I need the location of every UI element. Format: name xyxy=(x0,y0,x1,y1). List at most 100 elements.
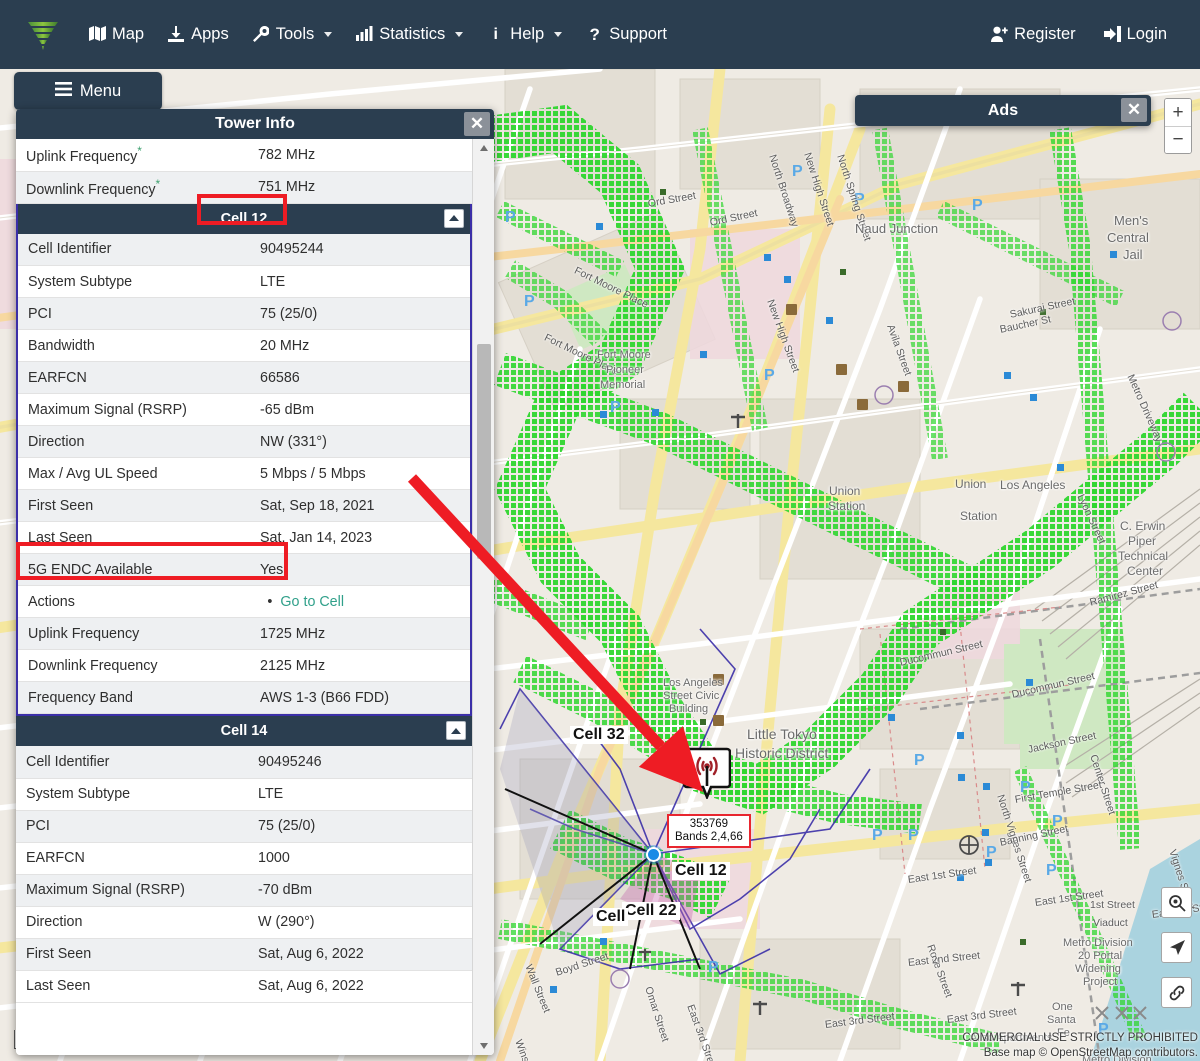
zoom-out-button[interactable]: − xyxy=(1165,126,1191,153)
required-star-icon: * xyxy=(137,144,142,159)
chevron-down-icon xyxy=(554,32,563,37)
menu-button[interactable]: Menu xyxy=(14,72,162,110)
row-key: Uplink Frequency* xyxy=(16,139,248,172)
table-row: Maximum Signal (RSRP) -70 dBm xyxy=(16,874,472,907)
row-value: W (290°) xyxy=(248,906,472,939)
row-value: AWS 1-3 (B66 FDD) xyxy=(250,681,470,714)
row-key: PCI xyxy=(16,810,248,843)
map-cell-label[interactable]: Cell xyxy=(593,908,629,926)
map-cell-label[interactable]: Cell 12 xyxy=(672,862,730,880)
place-label: Station xyxy=(960,509,998,523)
scroll-down-arrow[interactable] xyxy=(473,1037,494,1055)
table-row: PCI 75 (25/0) xyxy=(18,297,470,330)
row-value: NW (331°) xyxy=(250,425,470,458)
tower-info-scroll-area[interactable]: Uplink Frequency* 782 MHz Downlink Frequen… xyxy=(16,139,472,1055)
search-area-icon[interactable] xyxy=(1161,887,1192,918)
map-cell-label[interactable]: Cell 32 xyxy=(570,726,628,744)
cell-tower-pin-icon[interactable] xyxy=(682,747,732,801)
row-value: Yes xyxy=(250,553,470,586)
close-icon[interactable]: ✕ xyxy=(1121,98,1147,122)
row-value: Sat, Jan 14, 2023 xyxy=(250,521,470,554)
scroll-up-arrow[interactable] xyxy=(473,139,494,157)
nav-item-help[interactable]: i Help xyxy=(476,17,573,52)
row-key: PCI xyxy=(18,297,250,330)
nav-label: Map xyxy=(112,25,145,43)
row-key: First Seen xyxy=(16,938,248,971)
nav-item-support[interactable]: ? Support xyxy=(575,17,678,52)
row-key: Bandwidth xyxy=(18,329,250,362)
row-key: Cell Identifier xyxy=(18,233,250,266)
scrollbar-thumb[interactable] xyxy=(477,344,491,559)
tower-info-body: Uplink Frequency* 782 MHz Downlink Frequen… xyxy=(16,139,494,1055)
row-key: System Subtype xyxy=(18,265,250,298)
row-value: -70 dBm xyxy=(248,874,472,907)
place-label: Pioneer xyxy=(606,364,644,376)
row-key: Max / Avg UL Speed xyxy=(18,457,250,490)
nav-auth-links: Register Login xyxy=(980,17,1178,52)
permalink-icon[interactable] xyxy=(1161,977,1192,1008)
close-icon[interactable]: ✕ xyxy=(464,112,490,136)
nav-label: Register xyxy=(1014,25,1076,43)
row-key: Actions xyxy=(18,585,250,618)
row-key: Last Seen xyxy=(16,970,248,1003)
cell-section: Cell 12 Cell Identifier 90495244 System Sub… xyxy=(16,203,472,716)
row-value: LTE xyxy=(250,265,470,298)
locate-me-icon[interactable] xyxy=(1161,932,1192,963)
collapse-section-button[interactable] xyxy=(446,721,466,740)
place-label: Fort Moore xyxy=(597,349,651,361)
register-button[interactable]: Register xyxy=(980,17,1086,52)
nav-item-tools[interactable]: Tools xyxy=(242,17,344,52)
parking-icon: P xyxy=(972,197,983,214)
collapse-section-button[interactable] xyxy=(444,208,464,228)
question-icon: ? xyxy=(589,25,600,44)
row-key: Downlink Frequency xyxy=(18,649,250,682)
row-key: EARFCN xyxy=(16,842,248,875)
panel-scrollbar[interactable] xyxy=(472,139,494,1055)
row-value: 20 MHz xyxy=(250,329,470,362)
map-cell-label[interactable]: Cell 22 xyxy=(622,902,680,920)
place-label: Historic District xyxy=(735,745,829,761)
place-label: C. Erwin xyxy=(1120,519,1166,533)
place-label: One xyxy=(1052,1001,1073,1013)
parking-icon: P xyxy=(1046,862,1057,879)
nav-item-apps[interactable]: Apps xyxy=(157,17,240,52)
parking-icon: P xyxy=(872,827,883,844)
tower-info-table: Cell Identifier 90495246 System Subtype LTE… xyxy=(16,746,472,1003)
table-row: System Subtype LTE xyxy=(18,265,470,298)
map-viewport[interactable]: P P P P P P P P P P P P P P P P Ord Stre… xyxy=(0,69,1200,1061)
street-label: Viaduct xyxy=(1093,917,1128,929)
row-key: Downlink Frequency* xyxy=(16,171,248,204)
nav-item-map[interactable]: Map xyxy=(78,17,155,52)
attribution-line-1: COMMERCIAL USE STRICTLY PROHIBITED xyxy=(962,1032,1198,1044)
place-label: Technical xyxy=(1118,549,1169,563)
row-value: 90495244 xyxy=(250,233,470,266)
ads-panel-title: Ads xyxy=(987,101,1019,119)
place-label: Little Tokyo xyxy=(747,726,817,742)
place-label: Memorial xyxy=(600,379,646,391)
place-label: Union xyxy=(829,484,861,498)
place-label: Project xyxy=(1083,976,1118,988)
row-key: 5G ENDC Available xyxy=(18,553,250,586)
login-button[interactable]: Login xyxy=(1093,17,1178,52)
place-label: Street Civic xyxy=(663,690,720,702)
table-row: Maximum Signal (RSRP) -65 dBm xyxy=(18,393,470,426)
table-row: EARFCN 66586 xyxy=(18,361,470,394)
row-key: First Seen xyxy=(18,489,250,522)
map-side-controls xyxy=(1161,887,1192,1022)
wifi-signal-icon[interactable] xyxy=(22,14,64,56)
table-row: Direction W (290°) xyxy=(16,906,472,939)
parking-icon: P xyxy=(708,959,719,976)
app-root: Map Apps Tools Statistics i Help ? Suppo… xyxy=(0,0,1200,1061)
row-value[interactable]: • Go to Cell xyxy=(250,585,470,618)
row-value: 5 Mbps / 5 Mbps xyxy=(250,457,470,490)
go-to-cell-link[interactable]: Go to Cell xyxy=(280,594,344,610)
cell-section-header[interactable]: Cell 14 xyxy=(16,716,472,746)
cell-section-header[interactable]: Cell 12 xyxy=(18,203,470,234)
hamburger-icon xyxy=(54,81,72,101)
zoom-in-button[interactable]: + xyxy=(1165,99,1191,126)
parking-icon: P xyxy=(505,209,516,226)
table-row: Uplink Frequency* 782 MHz xyxy=(16,139,472,172)
tower-id-label[interactable]: 353769 Bands 2,4,66 xyxy=(667,814,751,848)
table-row: Downlink Frequency* 751 MHz xyxy=(16,171,472,204)
nav-item-statistics[interactable]: Statistics xyxy=(345,17,474,52)
